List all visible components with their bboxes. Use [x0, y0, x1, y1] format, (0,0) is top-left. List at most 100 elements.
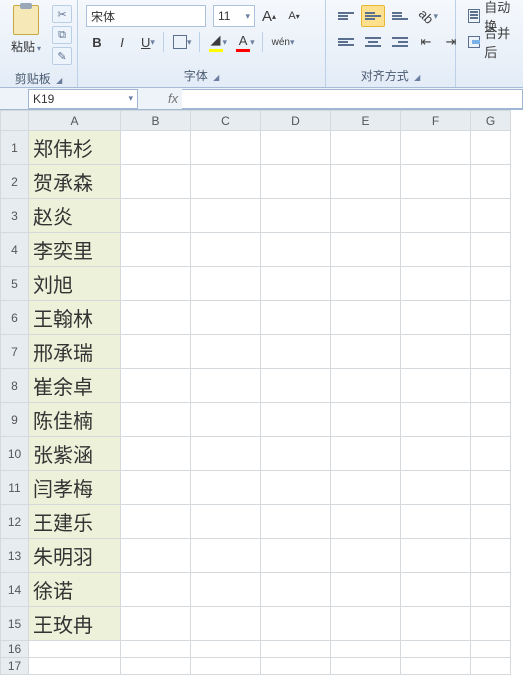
- cell-B10[interactable]: [121, 437, 191, 471]
- column-header-A[interactable]: A: [29, 111, 121, 131]
- row-header-12[interactable]: 12: [1, 505, 29, 539]
- cell-D15[interactable]: [261, 607, 331, 641]
- select-all-corner[interactable]: [1, 111, 29, 131]
- copy-button[interactable]: ⧉: [52, 26, 72, 44]
- cell-F12[interactable]: [401, 505, 471, 539]
- orientation-button[interactable]: ab▾: [415, 5, 440, 27]
- row-header-11[interactable]: 11: [1, 471, 29, 505]
- cell-C10[interactable]: [191, 437, 261, 471]
- cell-D6[interactable]: [261, 301, 331, 335]
- row-header-9[interactable]: 9: [1, 403, 29, 437]
- cell-B9[interactable]: [121, 403, 191, 437]
- cell-E6[interactable]: [331, 301, 401, 335]
- cell-E12[interactable]: [331, 505, 401, 539]
- font-color-button[interactable]: A▾: [232, 31, 257, 53]
- row-header-3[interactable]: 3: [1, 199, 29, 233]
- cell-A1[interactable]: 郑伟杉: [29, 131, 121, 165]
- cell-B6[interactable]: [121, 301, 191, 335]
- cell-F6[interactable]: [401, 301, 471, 335]
- cell-E3[interactable]: [331, 199, 401, 233]
- cell-D10[interactable]: [261, 437, 331, 471]
- cell-B16[interactable]: [121, 641, 191, 658]
- cell-F5[interactable]: [401, 267, 471, 301]
- row-header-8[interactable]: 8: [1, 369, 29, 403]
- cell-G8[interactable]: [471, 369, 511, 403]
- cell-B12[interactable]: [121, 505, 191, 539]
- cell-B14[interactable]: [121, 573, 191, 607]
- cell-F16[interactable]: [401, 641, 471, 658]
- cell-D9[interactable]: [261, 403, 331, 437]
- format-painter-button[interactable]: ✎: [52, 47, 72, 65]
- cell-A6[interactable]: 王翰林: [29, 301, 121, 335]
- cell-F3[interactable]: [401, 199, 471, 233]
- launcher-icon[interactable]: ◢: [414, 73, 420, 82]
- cell-G5[interactable]: [471, 267, 511, 301]
- cell-D12[interactable]: [261, 505, 331, 539]
- align-top-button[interactable]: [334, 5, 358, 27]
- cell-E1[interactable]: [331, 131, 401, 165]
- cell-F1[interactable]: [401, 131, 471, 165]
- phonetic-button[interactable]: wén▾: [268, 31, 297, 53]
- cell-A17[interactable]: [29, 658, 121, 675]
- cell-E4[interactable]: [331, 233, 401, 267]
- fx-icon[interactable]: fx: [168, 91, 178, 106]
- cell-E14[interactable]: [331, 573, 401, 607]
- column-header-D[interactable]: D: [261, 111, 331, 131]
- name-box[interactable]: K19▾: [28, 89, 138, 109]
- decrease-font-button[interactable]: A▾: [283, 5, 305, 27]
- cell-F2[interactable]: [401, 165, 471, 199]
- cell-A5[interactable]: 刘旭: [29, 267, 121, 301]
- cell-E8[interactable]: [331, 369, 401, 403]
- cell-G4[interactable]: [471, 233, 511, 267]
- column-header-F[interactable]: F: [401, 111, 471, 131]
- cell-C1[interactable]: [191, 131, 261, 165]
- cell-B13[interactable]: [121, 539, 191, 573]
- cell-F17[interactable]: [401, 658, 471, 675]
- bold-button[interactable]: B: [86, 31, 108, 53]
- cell-G9[interactable]: [471, 403, 511, 437]
- cell-D5[interactable]: [261, 267, 331, 301]
- fill-color-button[interactable]: ◢▾: [205, 31, 230, 53]
- cell-D7[interactable]: [261, 335, 331, 369]
- row-header-16[interactable]: 16: [1, 641, 29, 658]
- row-header-5[interactable]: 5: [1, 267, 29, 301]
- cell-F7[interactable]: [401, 335, 471, 369]
- cell-F13[interactable]: [401, 539, 471, 573]
- cell-C11[interactable]: [191, 471, 261, 505]
- cell-F8[interactable]: [401, 369, 471, 403]
- cell-G16[interactable]: [471, 641, 511, 658]
- border-button[interactable]: ▾: [169, 31, 194, 53]
- cell-A12[interactable]: 王建乐: [29, 505, 121, 539]
- cell-E5[interactable]: [331, 267, 401, 301]
- merge-button[interactable]: 合并后: [464, 31, 515, 53]
- cell-E7[interactable]: [331, 335, 401, 369]
- cell-A14[interactable]: 徐诺: [29, 573, 121, 607]
- cell-G13[interactable]: [471, 539, 511, 573]
- row-header-7[interactable]: 7: [1, 335, 29, 369]
- row-header-15[interactable]: 15: [1, 607, 29, 641]
- cell-G2[interactable]: [471, 165, 511, 199]
- cell-B11[interactable]: [121, 471, 191, 505]
- row-header-13[interactable]: 13: [1, 539, 29, 573]
- cell-C2[interactable]: [191, 165, 261, 199]
- cell-G14[interactable]: [471, 573, 511, 607]
- cell-F9[interactable]: [401, 403, 471, 437]
- column-header-G[interactable]: G: [471, 111, 511, 131]
- cell-G11[interactable]: [471, 471, 511, 505]
- row-header-2[interactable]: 2: [1, 165, 29, 199]
- cell-F4[interactable]: [401, 233, 471, 267]
- cell-A2[interactable]: 贺承森: [29, 165, 121, 199]
- row-header-10[interactable]: 10: [1, 437, 29, 471]
- cell-D17[interactable]: [261, 658, 331, 675]
- cell-G12[interactable]: [471, 505, 511, 539]
- cell-D16[interactable]: [261, 641, 331, 658]
- cut-button[interactable]: ✂: [52, 5, 72, 23]
- increase-font-button[interactable]: A▴: [258, 5, 280, 27]
- cell-C8[interactable]: [191, 369, 261, 403]
- cell-A9[interactable]: 陈佳楠: [29, 403, 121, 437]
- cell-E9[interactable]: [331, 403, 401, 437]
- cell-E15[interactable]: [331, 607, 401, 641]
- cell-A8[interactable]: 崔余卓: [29, 369, 121, 403]
- cell-A15[interactable]: 王玫冉: [29, 607, 121, 641]
- cell-D2[interactable]: [261, 165, 331, 199]
